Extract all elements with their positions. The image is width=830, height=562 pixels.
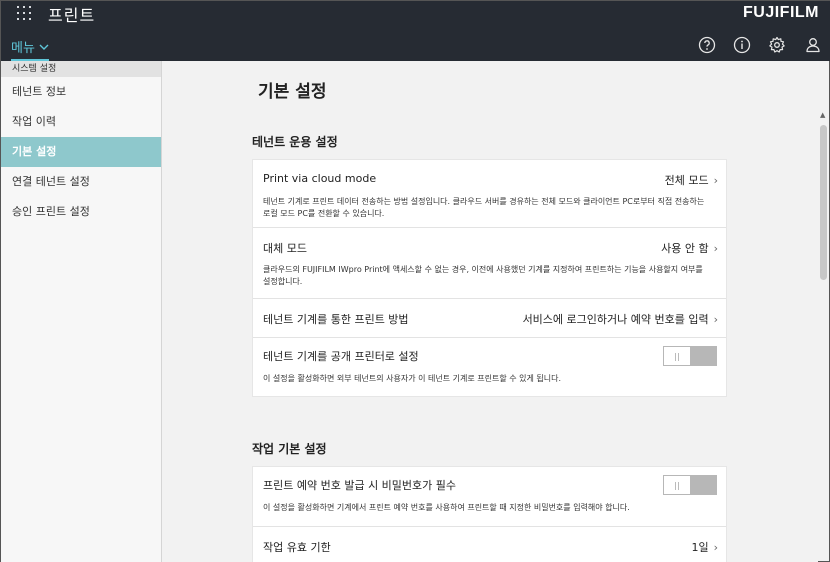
sidebar: 시스템 설정 테넌트 정보 작업 이력 기본 설정 연결 테넌트 설정 승인 프… bbox=[1, 61, 162, 562]
print-via-cloud-mode-select[interactable]: 전체 모드 › bbox=[665, 172, 718, 188]
menu-label: 메뉴 bbox=[11, 41, 35, 56]
print-method-select[interactable]: 서비스에 로그인하거나 예약 번호를 입력 › bbox=[523, 311, 718, 327]
scrollbar-thumb[interactable] bbox=[820, 125, 827, 280]
setting-row-print-via-cloud: Print via cloud mode 전체 모드 › 테넌트 기계로 프린트 … bbox=[253, 160, 726, 228]
setting-description: 이 설정을 활성화하면 외부 테넌트의 사용자가 이 테넌트 기계로 프린트할 … bbox=[263, 374, 562, 383]
gear-icon[interactable] bbox=[768, 36, 786, 54]
section-title-job-basic: 작업 기본 설정 bbox=[252, 442, 327, 456]
setting-label: 작업 유효 기한 bbox=[263, 541, 331, 554]
setting-description: 테넌트 기계로 프린트 데이터 전송하는 방법 설정입니다. 클라우드 서버를 … bbox=[263, 197, 705, 218]
sidebar-item-basic-settings[interactable]: 기본 설정 bbox=[1, 137, 161, 167]
setting-label: 프린트 예약 번호 발급 시 비밀번호가 필수 bbox=[263, 479, 457, 492]
setting-row-job-expiry: 작업 유효 기한 1일 › bbox=[253, 527, 726, 562]
sidebar-item-connected-tenant-settings[interactable]: 연결 테넌트 설정 bbox=[1, 167, 161, 197]
chevron-right-icon: › bbox=[713, 174, 718, 187]
chevron-right-icon: › bbox=[713, 242, 718, 255]
sidebar-item-approval-print-settings[interactable]: 승인 프린트 설정 bbox=[1, 197, 161, 227]
apps-grid-icon[interactable] bbox=[17, 6, 33, 22]
brand-logo: FUJIFILM bbox=[743, 4, 819, 21]
chevron-down-icon bbox=[39, 40, 49, 55]
main-content: 기본 설정 테넌트 운용 설정 Print via cloud mode 전체 … bbox=[162, 61, 818, 562]
vertical-scrollbar[interactable]: ▲ bbox=[818, 109, 829, 561]
setting-value: 서비스에 로그인하거나 예약 번호를 입력 bbox=[522, 313, 709, 326]
setting-label: Print via cloud mode bbox=[263, 172, 377, 185]
setting-value: 1일 bbox=[691, 541, 709, 554]
top-header: 프린트 FUJIFILM 메뉴 bbox=[1, 1, 830, 61]
scroll-up-arrow-icon[interactable]: ▲ bbox=[820, 111, 825, 119]
toggle-knob bbox=[663, 346, 691, 366]
chevron-right-icon: › bbox=[713, 541, 718, 554]
app-title: 프린트 bbox=[48, 6, 96, 25]
setting-label: 테넌트 기계를 공개 프린터로 설정 bbox=[263, 350, 419, 363]
info-icon[interactable] bbox=[733, 36, 751, 54]
sidebar-item-job-history[interactable]: 작업 이력 bbox=[1, 107, 161, 137]
user-icon[interactable] bbox=[804, 36, 822, 54]
setting-row-print-method: 테넌트 기계를 통한 프린트 방법 서비스에 로그인하거나 예약 번호를 입력 › bbox=[253, 299, 726, 338]
toggle-knob bbox=[663, 475, 691, 495]
public-printer-toggle[interactable] bbox=[663, 346, 717, 366]
job-basic-card: 프린트 예약 번호 발급 시 비밀번호가 필수 이 설정을 활성화하면 기계에서… bbox=[252, 466, 727, 562]
chevron-right-icon: › bbox=[713, 313, 718, 326]
tenant-operation-card: Print via cloud mode 전체 모드 › 테넌트 기계로 프린트 … bbox=[252, 159, 727, 397]
help-icon[interactable] bbox=[698, 36, 716, 54]
setting-label: 테넌트 기계를 통한 프린트 방법 bbox=[263, 313, 409, 326]
setting-description: 이 설정을 활성화하면 기계에서 프린트 예약 번호를 사용하여 프린트할 때 … bbox=[263, 503, 630, 512]
setting-row-public-printer: 테넌트 기계를 공개 프린터로 설정 이 설정을 활성화하면 외부 테넌트의 사… bbox=[253, 338, 726, 396]
setting-row-fallback-mode: 대체 모드 사용 안 함 › 클라우드의 FUJIFILM IWpro Print… bbox=[253, 228, 726, 299]
sidebar-section-header: 시스템 설정 bbox=[1, 61, 161, 77]
menu-button[interactable]: 메뉴 bbox=[11, 37, 49, 61]
setting-value: 전체 모드 bbox=[664, 174, 709, 187]
setting-value: 사용 안 함 bbox=[661, 242, 709, 255]
setting-row-reservation-password: 프린트 예약 번호 발급 시 비밀번호가 필수 이 설정을 활성화하면 기계에서… bbox=[253, 467, 726, 527]
setting-label: 대체 모드 bbox=[263, 242, 307, 255]
fallback-mode-select[interactable]: 사용 안 함 › bbox=[661, 240, 718, 256]
sidebar-item-tenant-info[interactable]: 테넌트 정보 bbox=[1, 77, 161, 107]
setting-description: 클라우드의 FUJIFILM IWpro Print에 액세스할 수 없는 경우… bbox=[263, 265, 703, 286]
job-expiry-select[interactable]: 1일 › bbox=[691, 539, 718, 555]
page-title: 기본 설정 bbox=[258, 82, 327, 102]
reservation-password-toggle[interactable] bbox=[663, 475, 717, 495]
section-title-tenant-operation: 테넌트 운용 설정 bbox=[252, 135, 338, 149]
